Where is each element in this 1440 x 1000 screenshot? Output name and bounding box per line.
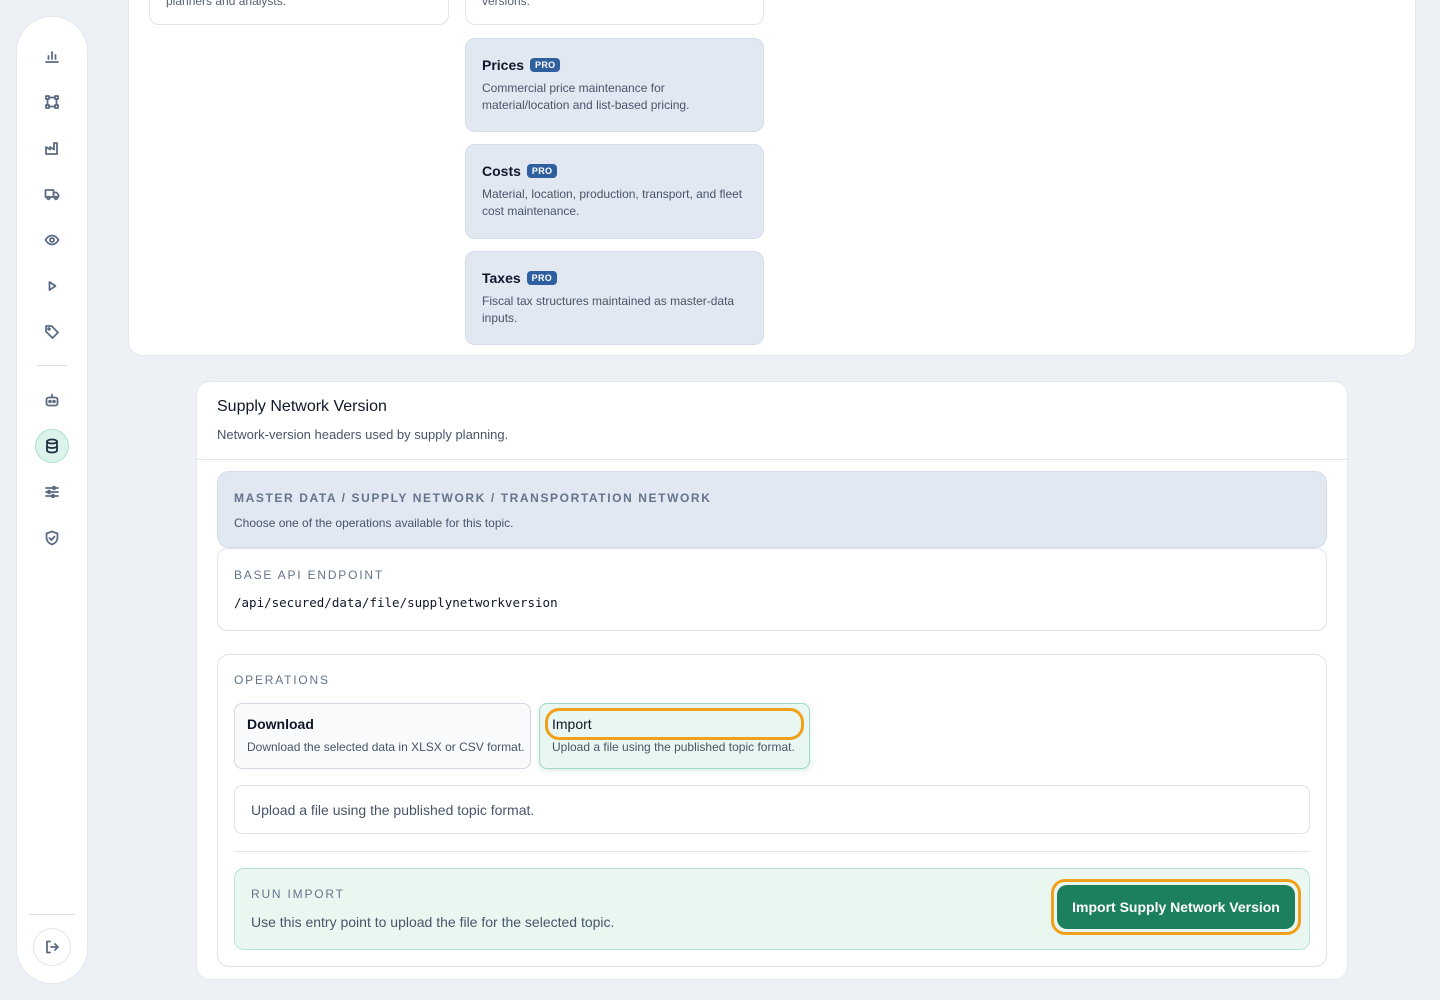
topic-card-description: Fiscal tax structures maintained as mast…: [482, 294, 735, 325]
topic-detail-card: Supply Network Version Network-version h…: [196, 381, 1348, 980]
tag-icon[interactable]: [35, 315, 69, 349]
topic-card-partial-left-text: planners and analysts.: [166, 0, 287, 8]
sidebar-divider: [37, 365, 67, 366]
operation-info-text: Upload a file using the published topic …: [251, 802, 535, 818]
operations-panel: OPERATIONS Download Download the selecte…: [217, 654, 1327, 967]
topic-card-taxes[interactable]: Taxes PRO Fiscal tax structures maintain…: [465, 251, 764, 345]
operation-title: Import: [552, 716, 592, 732]
breadcrumb-box: MASTER DATA / SUPPLY NETWORK / TRANSPORT…: [217, 471, 1327, 548]
topic-card-costs[interactable]: Costs PRO Material, location, production…: [465, 144, 764, 239]
chart-bar-icon[interactable]: [35, 39, 69, 73]
eye-icon[interactable]: [35, 223, 69, 257]
import-supply-network-version-button[interactable]: Import Supply Network Version: [1057, 885, 1295, 929]
operation-title: Download: [247, 716, 314, 732]
endpoint-box: BASE API ENDPOINT /api/secured/data/file…: [217, 548, 1327, 631]
topic-card-partial-right-text: versions.: [482, 0, 531, 8]
topic-card-title: Prices: [482, 57, 525, 73]
pro-badge: PRO: [530, 58, 561, 72]
operation-import[interactable]: Import Upload a file using the published…: [539, 703, 810, 769]
network-icon[interactable]: [35, 85, 69, 119]
pro-badge: PRO: [526, 164, 558, 178]
sidebar-divider-bottom: [29, 914, 75, 915]
operation-download[interactable]: Download Download the selected data in X…: [234, 703, 531, 769]
topic-card-description: Material, location, production, transpor…: [482, 187, 743, 218]
run-import-label: RUN IMPORT: [251, 887, 345, 901]
operations-label: OPERATIONS: [234, 673, 330, 687]
topics-panel: planners and analysts. versions. Prices …: [128, 0, 1416, 356]
topic-card-description: Commercial price maintenance for materia…: [482, 81, 690, 112]
breadcrumb: MASTER DATA / SUPPLY NETWORK / TRANSPORT…: [234, 491, 712, 505]
page-title: Supply Network Version: [217, 398, 387, 415]
operation-info: Upload a file using the published topic …: [234, 785, 1310, 834]
operation-description: Upload a file using the published topic …: [552, 740, 795, 754]
topic-card-partial-left[interactable]: planners and analysts.: [149, 0, 449, 25]
topic-detail-header: Supply Network Version Network-version h…: [197, 382, 1347, 460]
pro-badge: PRO: [526, 271, 558, 285]
topic-card-prices[interactable]: Prices PRO Commercial price maintenance …: [465, 38, 764, 132]
operation-description: Download the selected data in XLSX or CS…: [247, 740, 525, 754]
operations-divider: [234, 851, 1310, 852]
play-icon[interactable]: [35, 269, 69, 303]
run-import-description: Use this entry point to upload the file …: [251, 914, 615, 930]
shield-check-icon[interactable]: [35, 521, 69, 555]
focus-highlight: Import Supply Network Version: [1051, 879, 1301, 935]
topic-card-title: Taxes: [482, 270, 521, 286]
run-import-panel: RUN IMPORT Use this entry point to uploa…: [234, 868, 1310, 950]
truck-icon[interactable]: [35, 177, 69, 211]
sliders-icon[interactable]: [35, 475, 69, 509]
sidebar: [16, 16, 88, 984]
logout-icon[interactable]: [33, 928, 71, 966]
database-icon[interactable]: [35, 429, 69, 463]
endpoint-label: BASE API ENDPOINT: [234, 568, 384, 582]
breadcrumb-hint: Choose one of the operations available f…: [234, 516, 514, 530]
factory-icon[interactable]: [35, 131, 69, 165]
endpoint-value: /api/secured/data/file/supplynetworkvers…: [234, 595, 558, 610]
topic-card-title: Costs: [482, 163, 521, 179]
topic-card-partial-right[interactable]: versions.: [465, 0, 764, 25]
robot-icon[interactable]: [35, 383, 69, 417]
page-subtitle: Network-version headers used by supply p…: [217, 427, 509, 442]
